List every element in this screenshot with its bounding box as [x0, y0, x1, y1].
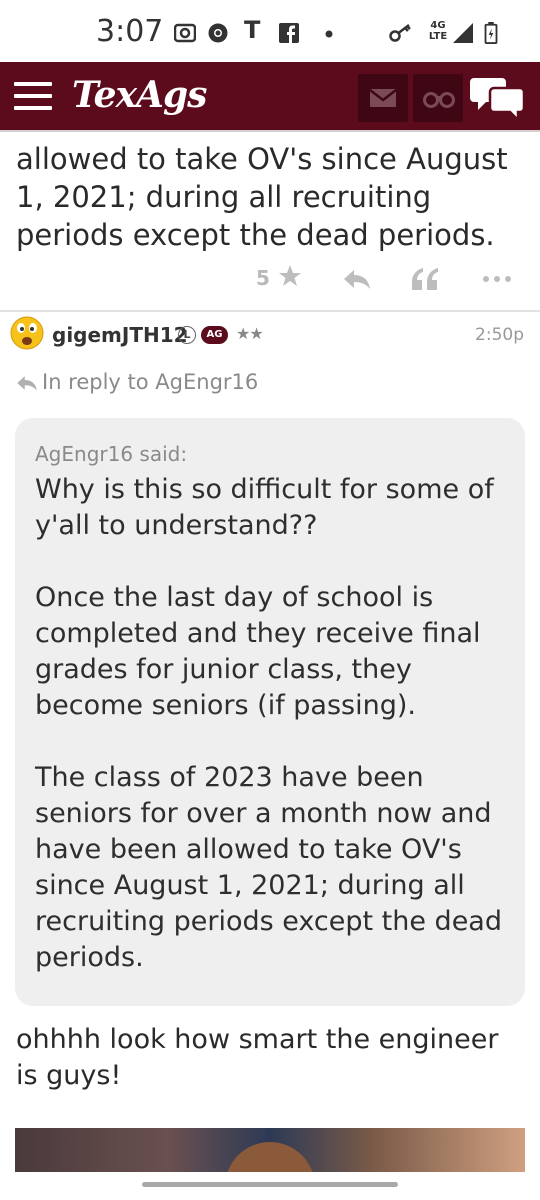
like-count: 5 [256, 266, 270, 290]
embedded-image[interactable] [15, 1128, 525, 1172]
chat-icon[interactable] [470, 72, 526, 122]
like-button[interactable]: 5 [256, 264, 302, 294]
app-header: TexAgs [0, 62, 540, 132]
in-reply-to-link[interactable]: In reply to AgEngr16 [16, 370, 258, 394]
user-stars: ★★ [236, 324, 264, 343]
image-figure [225, 1142, 315, 1172]
quote-author: AgEngr16 said: [35, 442, 188, 466]
key-icon [389, 24, 411, 42]
quote-box: AgEngr16 said: Why is this so difficult … [15, 418, 525, 1006]
dot-icon [325, 30, 333, 38]
reply-icon[interactable] [343, 264, 371, 294]
status-time: 3:07 [96, 14, 164, 49]
post-header: gigemJTH12 L AG ★★ 2:50p [0, 312, 540, 356]
quote-text: Why is this so difficult for some of y'a… [35, 474, 502, 973]
binoculars-icon [423, 92, 455, 108]
post-body: In reply to AgEngr16 AgEngr16 said: Why … [0, 356, 540, 1196]
badge-ag: AG [201, 326, 228, 344]
username[interactable]: gigemJTH12 [52, 323, 188, 347]
texags-logo[interactable]: TexAgs [72, 74, 207, 116]
t-icon: T [244, 16, 261, 44]
home-indicator[interactable] [142, 1182, 398, 1187]
reply-text: ohhhh look how smart the engineer is guy… [16, 1024, 499, 1091]
camera-icon [174, 23, 196, 43]
system-nav-bar [0, 1172, 540, 1200]
quote-icon[interactable] [411, 264, 439, 294]
battery-icon [484, 22, 498, 44]
mail-button[interactable] [358, 74, 408, 122]
network-type: 4G LTE [428, 20, 448, 42]
post-time: 2:50p [475, 325, 524, 345]
signal-icon [453, 23, 473, 43]
chrome-icon [208, 23, 228, 43]
avatar[interactable] [10, 316, 44, 350]
badge-l: L [178, 326, 196, 344]
star-icon [278, 265, 301, 286]
in-reply-to-text: In reply to AgEngr16 [42, 370, 259, 394]
mail-icon [369, 89, 397, 107]
menu-icon[interactable] [14, 82, 52, 112]
post-actions: 5 [0, 258, 540, 302]
status-bar: 3:07 T 4G LTE [0, 0, 540, 62]
binoculars-button[interactable] [413, 74, 463, 122]
previous-post-text: allowed to take OV's since August 1, 202… [16, 142, 508, 252]
more-icon[interactable] [481, 264, 513, 294]
reply-arrow-icon [17, 376, 37, 391]
facebook-icon [279, 23, 299, 43]
